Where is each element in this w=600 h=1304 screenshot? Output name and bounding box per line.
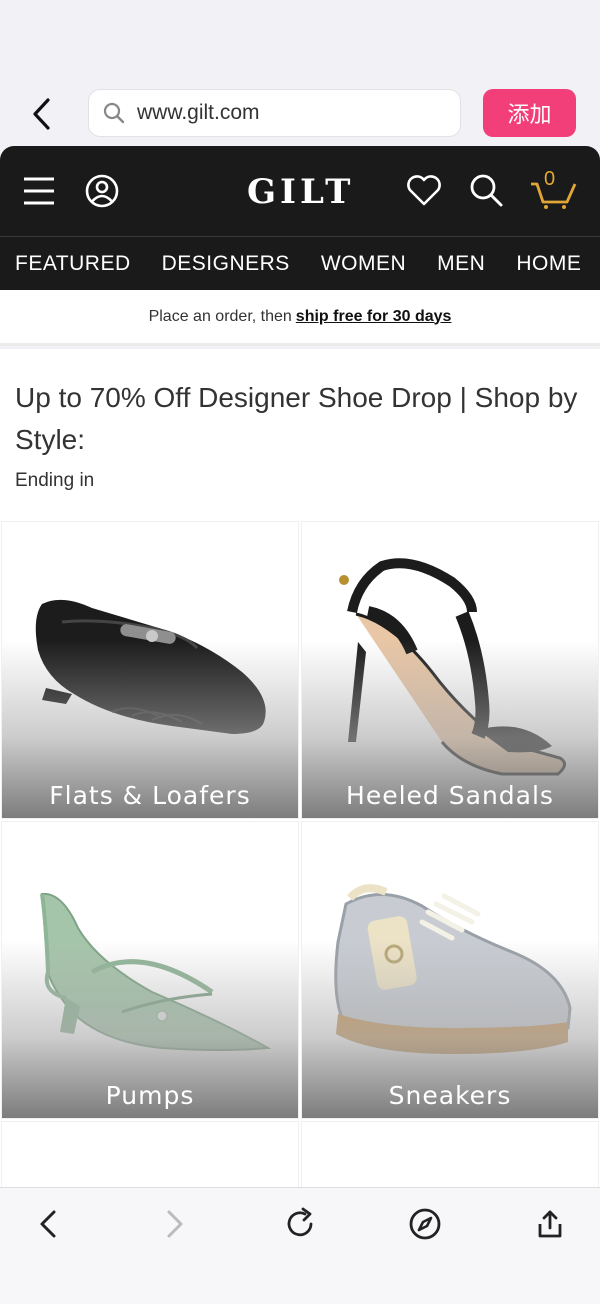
- user-icon: [85, 174, 119, 208]
- category-label: Heeled Sandals: [346, 781, 554, 810]
- category-label: Pumps: [105, 1081, 195, 1110]
- category-label: Sneakers: [388, 1081, 512, 1110]
- site-header: GILT 0: [0, 146, 600, 236]
- browser-forward-button[interactable]: [153, 1202, 197, 1246]
- nav-designers[interactable]: DESIGNERS: [162, 252, 290, 276]
- category-tile-heeled-sandals[interactable]: Heeled Sandals: [301, 521, 599, 819]
- category-tile-partial: [1, 1121, 299, 1187]
- heart-icon: [407, 175, 441, 206]
- category-tile-pumps[interactable]: Pumps: [1, 821, 299, 1119]
- add-button[interactable]: 添加: [483, 89, 576, 137]
- nav-men[interactable]: MEN: [437, 252, 485, 276]
- browser-back-button[interactable]: [24, 94, 60, 134]
- hamburger-icon: [24, 177, 54, 205]
- gilt-logo[interactable]: GILT: [247, 172, 354, 212]
- url-text: www.gilt.com: [137, 101, 260, 124]
- ending-label: Ending in: [15, 470, 95, 491]
- reload-icon: [287, 1207, 313, 1237]
- forward-icon: [167, 1210, 183, 1238]
- category-tile-partial: [301, 1121, 599, 1187]
- nav-home[interactable]: HOME: [516, 252, 581, 276]
- browser-back-button[interactable]: [26, 1202, 70, 1246]
- search-button[interactable]: [467, 171, 505, 209]
- promo-banner: Place an order, then ship free for 30 da…: [0, 290, 600, 346]
- category-tile-flats-loafers[interactable]: Flats & Loafers: [1, 521, 299, 819]
- main-nav: FEATURED DESIGNERS WOMEN MEN HOME: [0, 236, 600, 290]
- share-button[interactable]: [528, 1202, 572, 1246]
- back-icon: [40, 1210, 56, 1238]
- search-icon: [470, 174, 503, 207]
- menu-button[interactable]: [20, 172, 58, 210]
- nav-featured[interactable]: FEATURED: [15, 252, 131, 276]
- url-field[interactable]: www.gilt.com: [88, 89, 461, 137]
- reload-button[interactable]: [278, 1202, 322, 1246]
- chevron-left-icon: [33, 98, 50, 130]
- compass-icon: [409, 1208, 441, 1240]
- browser-toolbar: www.gilt.com 添加: [0, 0, 600, 146]
- explore-button[interactable]: [403, 1202, 447, 1246]
- browser-bottom-toolbar: [0, 1187, 600, 1304]
- promo-link[interactable]: ship free for 30 days: [296, 308, 452, 326]
- category-label: Flats & Loafers: [49, 781, 251, 810]
- search-icon: [103, 102, 125, 124]
- share-icon: [538, 1210, 562, 1238]
- cart-count-badge: 0: [544, 168, 556, 190]
- wishlist-button[interactable]: [405, 173, 443, 209]
- account-button[interactable]: [83, 172, 121, 210]
- promo-text: Place an order, then: [148, 307, 292, 325]
- page-title: Up to 70% Off Designer Shoe Drop | Shop …: [15, 382, 578, 455]
- category-tile-sneakers[interactable]: Sneakers: [301, 821, 599, 1119]
- main-content: Up to 70% Off Designer Shoe Drop | Shop …: [0, 349, 600, 1187]
- nav-women[interactable]: WOMEN: [321, 252, 406, 276]
